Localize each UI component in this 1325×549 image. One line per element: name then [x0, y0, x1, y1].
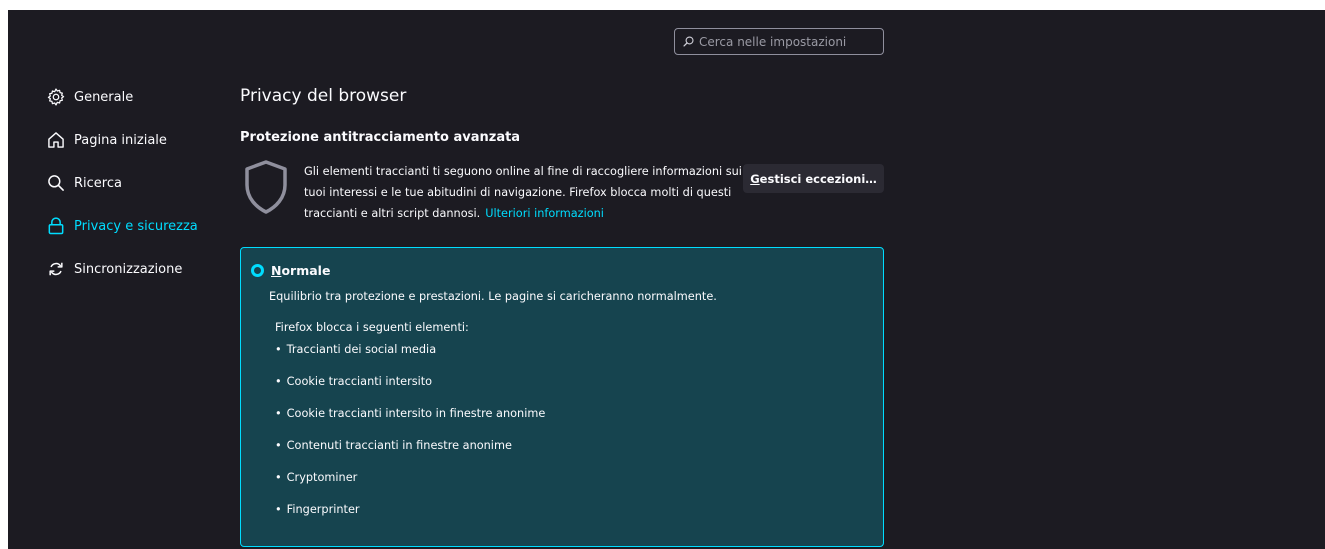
tracking-protection-description: Gli elementi traccianti ti seguono onlin… — [304, 161, 744, 224]
bullet: • — [275, 407, 282, 420]
standard-protection-box[interactable]: Normale Equilibrio tra protezione e pres… — [240, 247, 884, 547]
standard-radio-option[interactable]: Normale — [251, 263, 330, 278]
sidebar-item-sync[interactable]: Sincronizzazione — [46, 258, 226, 280]
sidebar-item-home[interactable]: Pagina iniziale — [46, 129, 226, 151]
list-item-text: Traccianti dei social media — [286, 343, 437, 356]
list-item: • Cookie traccianti intersito — [275, 375, 545, 407]
sidebar-item-privacy[interactable]: Privacy e sicurezza — [46, 215, 226, 237]
section-heading: Protezione antitracciamento avanzata — [240, 130, 521, 145]
manage-exceptions-button[interactable]: Gestisci eccezioni… — [743, 164, 884, 193]
lock-icon — [46, 216, 66, 236]
radio-button-selected[interactable] — [251, 264, 264, 277]
sidebar-item-label: Generale — [74, 89, 134, 105]
list-item-text: Fingerprinter — [286, 503, 360, 516]
preferences-window: Generale Pagina iniziale Ricerca — [8, 10, 1325, 549]
bullet: • — [275, 343, 282, 356]
sidebar-item-label: Sincronizzazione — [74, 261, 183, 277]
learn-more-link[interactable]: Ulteriori informazioni — [485, 207, 604, 220]
list-item: • Fingerprinter — [275, 503, 545, 535]
bullet: • — [275, 471, 282, 484]
list-item-text: Cookie traccianti intersito in finestre … — [286, 407, 546, 420]
sidebar-item-label: Privacy e sicurezza — [74, 218, 198, 234]
list-item: • Cryptominer — [275, 471, 545, 503]
gear-icon — [46, 87, 66, 107]
bullet: • — [275, 503, 282, 516]
home-icon — [46, 130, 66, 150]
sidebar-item-general[interactable]: Generale — [46, 86, 226, 108]
bullet: • — [275, 375, 282, 388]
settings-search-box[interactable] — [674, 28, 884, 55]
search-icon — [46, 173, 66, 193]
radio-label: Normale — [271, 263, 330, 278]
search-icon — [683, 36, 694, 47]
sidebar-item-label: Ricerca — [74, 175, 122, 191]
radio-label-text: ormale — [281, 263, 331, 278]
access-key: G — [750, 171, 760, 186]
settings-search-input[interactable] — [694, 34, 879, 49]
list-item-text: Cookie traccianti intersito — [286, 375, 433, 388]
access-key: N — [271, 263, 282, 278]
bullet: • — [275, 439, 282, 452]
list-item: • Cookie traccianti intersito in finestre… — [275, 407, 545, 439]
sidebar-item-search[interactable]: Ricerca — [46, 172, 226, 194]
list-item: • Traccianti dei social media — [275, 343, 545, 375]
blocks-title: Firefox blocca i seguenti elementi: — [275, 321, 469, 334]
shield-icon — [245, 160, 287, 214]
list-item: • Contenuti traccianti in finestre anonim… — [275, 439, 545, 471]
list-item-text: Contenuti traccianti in finestre anonime — [286, 439, 512, 452]
list-item-text: Cryptominer — [286, 471, 358, 484]
option-description: Equilibrio tra protezione e prestazioni.… — [269, 290, 717, 303]
sidebar-item-label: Pagina iniziale — [74, 132, 167, 148]
sidebar: Generale Pagina iniziale Ricerca Privacy… — [46, 86, 226, 301]
button-label: estisci eccezioni… — [759, 171, 877, 186]
blocked-items-list: • Traccianti dei social media • Cookie tra… — [275, 343, 545, 535]
sync-icon — [46, 259, 66, 279]
page-title: Privacy del browser — [240, 86, 407, 106]
